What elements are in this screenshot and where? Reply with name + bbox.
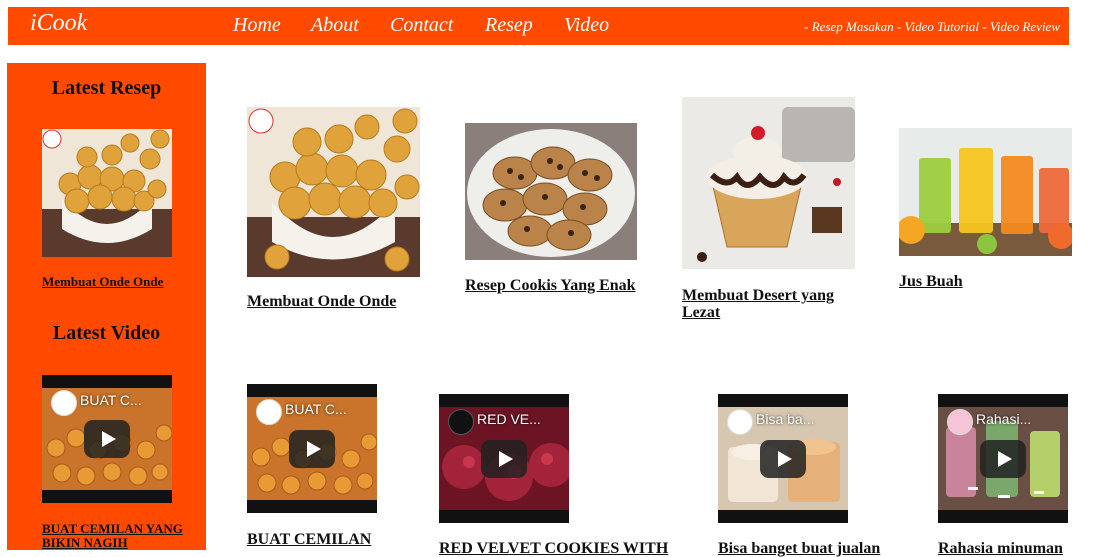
resep-image-desert[interactable]	[682, 97, 855, 269]
video-overlay-title: Bisa ba...	[756, 411, 815, 427]
sidebar-video-link[interactable]: BUAT CEMILAN YANG BIKIN NAGIH	[42, 522, 202, 550]
nav-video[interactable]: Video	[564, 14, 609, 37]
navbar: iCook Home About Contact Resep Video - R…	[8, 7, 1069, 45]
video-title-3[interactable]: Bisa banget buat jualan	[718, 540, 918, 557]
video-embed-3[interactable]: Bisa ba...	[718, 394, 848, 523]
resep-image-onde-onde[interactable]	[247, 107, 420, 277]
channel-avatar	[256, 399, 282, 425]
video-title-2[interactable]: RED VELVET COOKIES WITH	[439, 540, 679, 557]
channel-avatar	[448, 409, 474, 435]
video-overlay-title: RED VE...	[477, 411, 541, 427]
brand-logo[interactable]: iCook	[30, 10, 87, 37]
site-tagline: - Resep Masakan - Video Tutorial - Video…	[804, 19, 1060, 34]
resep-image-jus-buah[interactable]	[899, 128, 1072, 256]
video-overlay-title: BUAT C...	[80, 392, 142, 408]
video-embed-4[interactable]: Rahasi...	[938, 394, 1068, 523]
channel-avatar	[727, 409, 753, 435]
channel-avatar	[947, 409, 973, 435]
channel-avatar	[51, 390, 77, 416]
video-embed-2[interactable]: RED VE...	[439, 394, 569, 523]
latest-resep-heading: Latest Resep	[51, 77, 162, 99]
nav-contact[interactable]: Contact	[390, 14, 453, 37]
sidebar-resep-link[interactable]: Membuat Onde Onde	[42, 275, 202, 289]
video-overlay-title: Rahasi...	[976, 411, 1032, 427]
video-title-1[interactable]: BUAT CEMILAN	[247, 531, 422, 548]
video-overlay-title: BUAT C...	[285, 401, 347, 417]
play-button-icon[interactable]	[481, 439, 527, 478]
video-title-4[interactable]: Rahasia minuman	[938, 540, 1098, 557]
nav-home[interactable]: Home	[233, 14, 281, 37]
resep-title-jus-buah[interactable]: Jus Buah	[899, 273, 1074, 290]
latest-video-heading: Latest Video	[52, 322, 161, 344]
video-embed-1[interactable]: BUAT C...	[247, 384, 377, 513]
resep-title-onde-onde[interactable]: Membuat Onde Onde	[247, 293, 422, 310]
sidebar-resep-image[interactable]	[42, 129, 172, 257]
resep-image-cookies[interactable]	[465, 123, 637, 260]
resep-title-desert[interactable]: Membuat Desert yang Lezat	[682, 287, 857, 321]
sidebar: Latest Resep Membuat Onde Onde Latest Vi…	[7, 63, 206, 550]
sidebar-video-embed[interactable]: BUAT C...	[42, 375, 172, 503]
nav-resep[interactable]: Resep	[485, 14, 533, 37]
nav-about[interactable]: About	[311, 14, 359, 37]
resep-title-cookies[interactable]: Resep Cookis Yang Enak	[465, 277, 645, 294]
play-button-icon[interactable]	[980, 439, 1026, 478]
play-button-icon[interactable]	[760, 439, 806, 478]
play-button-icon[interactable]	[84, 420, 130, 458]
play-button-icon[interactable]	[289, 429, 335, 468]
